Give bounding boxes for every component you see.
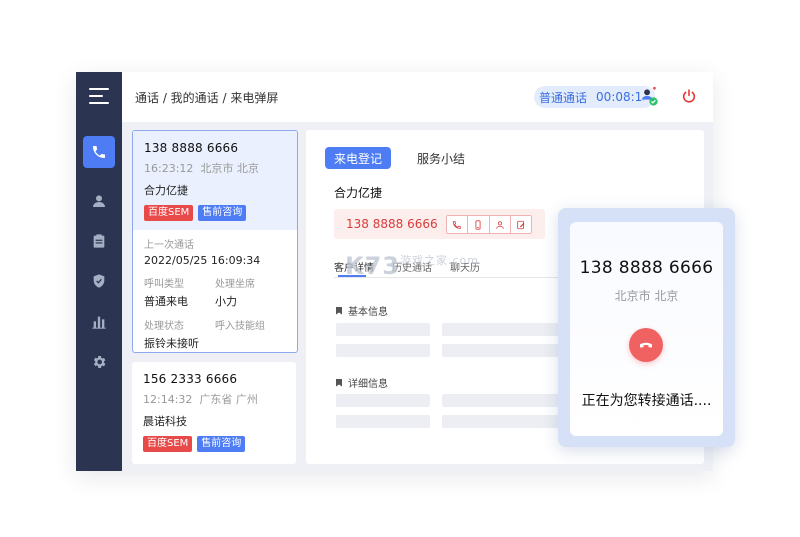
sidebar-item-customers[interactable] [83, 185, 115, 217]
placeholder-bar [442, 344, 562, 357]
popup-phone: 138 8888 6666 [579, 258, 714, 278]
placeholder-bar [336, 323, 430, 336]
sidebar-item-reports[interactable] [83, 306, 115, 338]
section-basic-label: 基本信息 [348, 307, 388, 318]
call-time: 12:14:32 [143, 393, 193, 406]
placeholder-bar [336, 394, 430, 407]
phone-icon [452, 220, 461, 229]
contact-action[interactable] [490, 216, 511, 233]
hang-up-icon [640, 342, 652, 348]
placeholder-bar [442, 323, 562, 336]
handler-value: 小力 [215, 295, 237, 308]
sidebar-item-security[interactable] [83, 265, 115, 297]
customer-company: 合力亿捷 [334, 186, 383, 200]
call-company: 晨诺科技 [143, 415, 187, 428]
hang-up-button[interactable] [629, 328, 663, 362]
call-company: 合力亿捷 [144, 184, 188, 197]
sidebar-item-tickets[interactable] [83, 225, 115, 257]
clipboard-icon [93, 234, 105, 248]
mobile-icon [475, 219, 481, 230]
placeholder-bar [442, 415, 562, 428]
sidebar-item-calls[interactable] [83, 136, 115, 168]
call-phone: 138 8888 6666 [144, 141, 239, 155]
skill-group-label: 呼入技能组 [215, 321, 265, 332]
call-type-label: 普通通话 [539, 90, 588, 105]
source-tag: 百度SEM [143, 436, 193, 452]
tab-service-summary[interactable]: 服务小结 [417, 150, 465, 167]
user-icon [93, 195, 105, 207]
shield-icon [93, 274, 105, 288]
section-basic-info: 基本信息 [336, 303, 388, 318]
watermark-main: K73 [345, 252, 400, 280]
caller-phone-box: 138 8888 6666 [334, 209, 545, 239]
source-tag: 百度SEM [144, 205, 194, 221]
bookmark-icon [336, 378, 342, 387]
placeholder-bar [442, 394, 562, 407]
call-card[interactable]: 156 2333 6666 12:14:32 广东省 广州 晨诺科技 百度SEM… [132, 362, 296, 464]
bookmark-icon [336, 306, 342, 315]
call-time-location: 16:23:12 北京市 北京 [144, 160, 286, 176]
phone-icon [93, 146, 105, 158]
handler-label: 处理坐席 [215, 279, 255, 290]
call-card-selected[interactable]: 138 8888 6666 16:23:12 北京市 北京 合力亿捷 百度SEM… [132, 130, 298, 353]
tab-call-registration[interactable]: 来电登记 [325, 147, 391, 169]
caller-phone: 138 8888 6666 [346, 217, 438, 231]
breadcrumb: 通话 / 我的通话 / 来电弹屏 [135, 91, 279, 105]
sidebar [76, 72, 122, 471]
call-location: 北京市 北京 [200, 162, 259, 175]
placeholder-bar [336, 415, 430, 428]
popup-location: 北京市 北京 [614, 289, 679, 303]
power-icon[interactable] [681, 88, 697, 104]
transfer-status: 正在为您转接通话.... [581, 393, 712, 409]
user-icon [495, 220, 504, 229]
call-time: 16:23:12 [144, 162, 194, 175]
call-type-value: 普通来电 [144, 295, 188, 308]
status-value: 振铃未接听 [144, 337, 199, 350]
gear-icon [93, 356, 106, 368]
menu-toggle-icon[interactable] [89, 88, 109, 106]
status-label: 处理状态 [144, 321, 184, 332]
site-watermark: K73游戏之家.com [345, 252, 479, 280]
section-detail-info: 详细信息 [336, 375, 388, 390]
category-tag: 售前咨询 [197, 436, 246, 452]
category-tag: 售前咨询 [198, 205, 247, 221]
top-header: 通话 / 我的通话 / 来电弹屏 普通通话 00:08:12 [122, 72, 713, 122]
call-type-label: 呼叫类型 [144, 279, 184, 290]
call-action[interactable] [447, 216, 469, 233]
last-call-value: 2022/05/25 16:09:34 [144, 254, 261, 267]
avatar[interactable] [637, 85, 659, 107]
note-action[interactable] [511, 216, 531, 233]
call-time-location: 12:14:32 广东省 广州 [143, 391, 285, 407]
watermark-domain: .com [448, 254, 479, 267]
popup-body: 138 8888 6666 北京市 北京 正在为您转接通话.... [570, 222, 723, 436]
watermark-sub: 游戏之家 [400, 254, 448, 267]
incoming-call-popup: 138 8888 6666 北京市 北京 正在为您转接通话.... [558, 208, 735, 447]
phone-actions [446, 215, 532, 234]
last-call-label: 上一次通话 [144, 240, 194, 251]
call-phone: 156 2333 6666 [143, 372, 238, 386]
sidebar-item-settings[interactable] [83, 346, 115, 378]
mobile-action[interactable] [468, 216, 490, 233]
edit-note-icon [517, 220, 525, 229]
bar-chart-icon [92, 316, 106, 329]
section-detail-label: 详细信息 [348, 379, 388, 390]
call-location: 广东省 广州 [199, 393, 258, 406]
placeholder-bar [336, 344, 430, 357]
